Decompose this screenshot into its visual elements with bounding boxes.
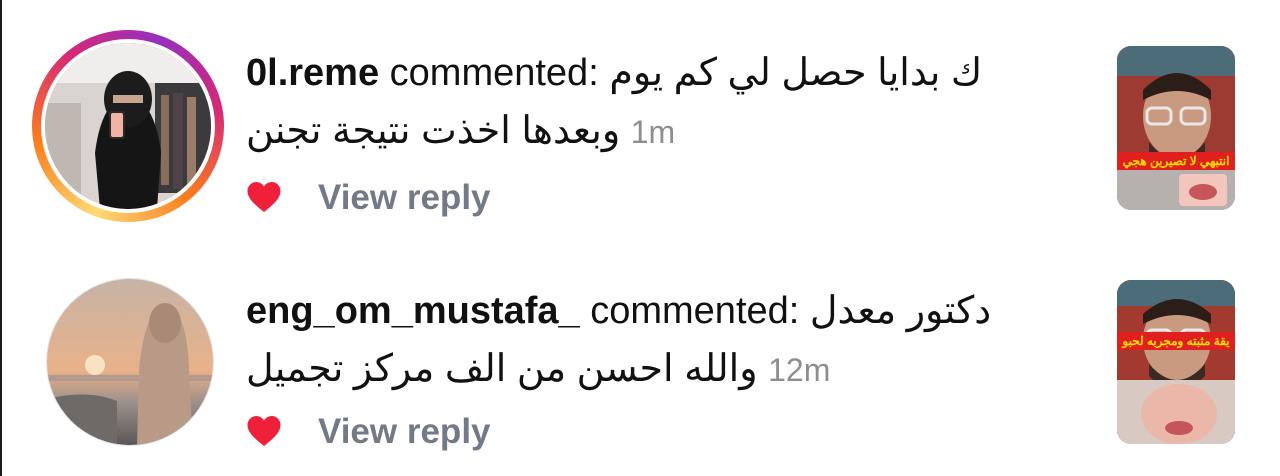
view-reply-link[interactable]: View reply xyxy=(318,412,491,452)
action-verb: commented: xyxy=(389,52,599,94)
post-thumbnail[interactable]: يقة مثبته ومجربه لحبو xyxy=(1117,280,1235,444)
notification-item[interactable]: 0l.reme commented: ك بدايا حصل لي كم يوم… xyxy=(0,0,1280,230)
comment-body: 0l.reme commented: ك بدايا حصل لي كم يوم… xyxy=(246,44,1066,161)
comment-line-2: وبعدها اخذت نتيجة تجنن 1m xyxy=(246,102,1066,161)
heart-icon[interactable] xyxy=(246,180,282,214)
comment-line-1: eng_om_mustafa_ commented: دكتور معدل xyxy=(246,282,1066,340)
comment-text-line-2: وبعدها اخذت نتيجة تجنن xyxy=(246,110,621,152)
avatar[interactable] xyxy=(41,39,215,213)
avatar-story-ring[interactable] xyxy=(32,30,224,222)
notification-item[interactable]: eng_om_mustafa_ commented: دكتور معدل وا… xyxy=(0,246,1280,476)
thumbnail-caption: يقة مثبته ومجربه لحبو xyxy=(1117,332,1235,350)
comment-text-line-2: والله احسن من الف مركز تجميل xyxy=(246,348,758,390)
thumbnail-caption: انتبهي لا تصيرين هجي xyxy=(1117,152,1235,170)
avatar[interactable] xyxy=(46,278,214,446)
timestamp: 1m xyxy=(630,114,676,150)
username[interactable]: eng_om_mustafa_ xyxy=(246,290,580,332)
comment-text-line-1: دكتور معدل xyxy=(809,290,992,332)
username[interactable]: 0l.reme xyxy=(246,52,379,94)
view-reply-link[interactable]: View reply xyxy=(318,178,491,218)
comment-text-line-1: ك بدايا حصل لي كم يوم xyxy=(609,52,983,94)
action-verb: commented: xyxy=(590,290,800,332)
comment-line-1: 0l.reme commented: ك بدايا حصل لي كم يوم xyxy=(246,44,1066,102)
post-thumbnail[interactable]: انتبهي لا تصيرين هجي xyxy=(1117,46,1235,210)
timestamp: 12m xyxy=(768,352,831,388)
comment-body: eng_om_mustafa_ commented: دكتور معدل وا… xyxy=(246,282,1066,399)
comment-line-2: والله احسن من الف مركز تجميل 12m xyxy=(246,340,1066,399)
heart-icon[interactable] xyxy=(246,414,282,448)
avatar-container[interactable] xyxy=(32,276,224,468)
